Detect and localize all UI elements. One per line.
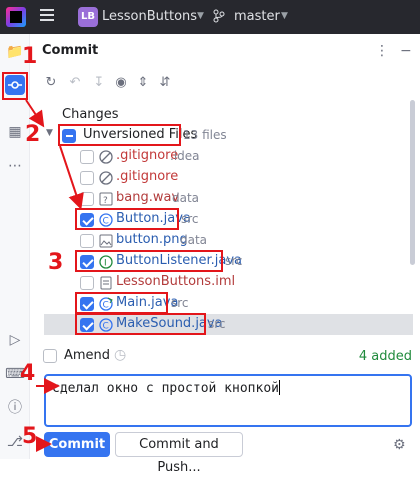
refresh-icon[interactable]: ↻ [42, 74, 60, 92]
file-dir: src [225, 254, 243, 268]
file-dir: .idea [170, 149, 200, 163]
branch-name[interactable]: master [234, 9, 280, 24]
amend-checkbox[interactable] [43, 349, 57, 363]
image-icon [99, 234, 113, 248]
commit-message-text: сделал окно с простой кнопкой [52, 381, 279, 396]
main-menu-icon[interactable] [40, 9, 54, 23]
chevron-down-icon[interactable]: ▼ [281, 11, 288, 21]
commit-message-input[interactable]: сделал окно с простой кнопкой [44, 374, 412, 427]
module-icon [100, 276, 112, 290]
annotation-number: 1 [22, 44, 38, 69]
amend-label[interactable]: Amend [64, 348, 110, 363]
file-dir: src [208, 317, 226, 331]
file-row[interactable]: ? bang.wav data [0, 188, 413, 209]
collapse-all-icon[interactable]: ⇵ [156, 74, 174, 92]
svg-text:?: ? [103, 196, 108, 206]
problems-icon[interactable]: ⓘ [5, 398, 25, 418]
eye-icon[interactable]: ◉ [112, 74, 130, 92]
services-icon[interactable]: ▷ [5, 330, 25, 350]
file-dir: src [181, 212, 199, 226]
annotation-number: 3 [48, 250, 64, 275]
file-name: LessonButtons.iml [116, 274, 236, 289]
added-count: 4 added [358, 349, 412, 364]
changes-label: Changes [62, 107, 119, 122]
download-icon[interactable]: ↧ [90, 74, 108, 92]
more-options-icon[interactable]: ⋮ [375, 43, 389, 59]
annotation-box-group [58, 124, 181, 146]
gear-icon[interactable]: ⚙ [393, 437, 406, 453]
hide-panel-icon[interactable]: − [400, 43, 412, 59]
project-badge[interactable]: LB [78, 7, 98, 27]
chevron-down-icon[interactable]: ▼ [46, 128, 53, 138]
annotation-number: 5 [22, 424, 38, 449]
file-checkbox[interactable] [80, 276, 94, 290]
annotation-number: 2 [25, 122, 41, 147]
title-bar: LB LessonButtons ▼ master ▼ [0, 0, 420, 34]
file-checkbox[interactable] [80, 171, 94, 185]
ignored-icon [99, 150, 113, 164]
file-dir: src [171, 296, 189, 310]
scrollbar[interactable] [410, 100, 415, 265]
file-name: .gitignore [116, 148, 179, 163]
history-icon[interactable]: ◷ [114, 347, 126, 363]
ignored-icon [99, 171, 113, 185]
annotation-number: 4 [20, 361, 36, 386]
file-name: .gitignore [116, 169, 179, 184]
file-row[interactable]: C Button.java src [0, 209, 413, 230]
branch-icon [213, 9, 225, 23]
file-name: bang.wav [116, 190, 180, 205]
file-name: button.png [116, 232, 188, 247]
file-checkbox[interactable] [80, 192, 94, 206]
file-row[interactable]: .gitignore [0, 167, 413, 188]
group-count: 13 files [183, 128, 227, 142]
file-row[interactable]: button.png data [0, 230, 413, 251]
rollback-icon[interactable]: ↶ [66, 74, 84, 92]
text-caret [278, 380, 280, 395]
annotation-box-file [75, 292, 168, 314]
ide-logo-icon [6, 7, 26, 27]
panel-title: Commit [42, 43, 99, 58]
file-dir: data [180, 233, 208, 247]
file-row[interactable]: .gitignore .idea [0, 146, 413, 167]
chevron-down-icon[interactable]: ▼ [197, 11, 204, 21]
expand-all-icon[interactable]: ⇕ [134, 74, 152, 92]
file-dir: data [172, 191, 200, 205]
annotation-box-commit-tool [2, 72, 28, 100]
annotation-box-file [75, 313, 206, 335]
file-row[interactable]: LessonButtons.iml [0, 272, 413, 293]
file-checkbox[interactable] [80, 150, 94, 164]
commit-button[interactable]: Commit [44, 432, 110, 457]
file-checkbox[interactable] [80, 234, 94, 248]
annotation-box-file [75, 250, 223, 272]
commit-and-push-button[interactable]: Commit and Push... [115, 432, 243, 475]
project-name[interactable]: LessonButtons [102, 9, 197, 24]
annotation-box-file [75, 208, 179, 230]
unknown-file-icon: ? [99, 192, 113, 206]
file-row[interactable]: C Main.java src [0, 293, 413, 314]
